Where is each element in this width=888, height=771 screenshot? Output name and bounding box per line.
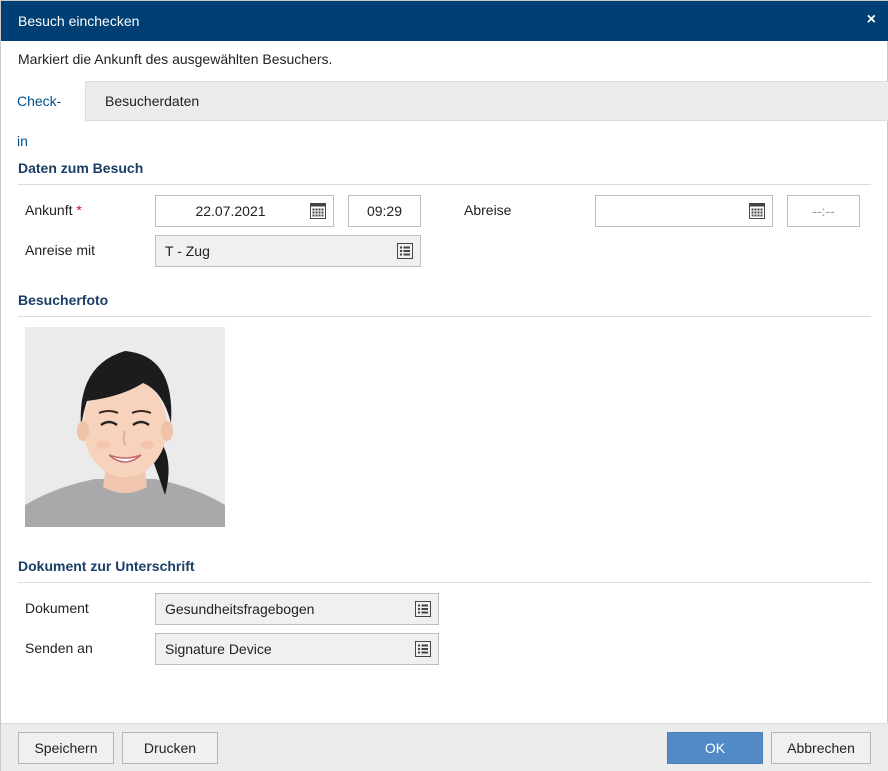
print-button[interactable]: Drucken [122,732,218,764]
travel-select[interactable]: T - Zug [155,235,421,267]
document-select[interactable]: Gesundheitsfragebogen [155,593,439,625]
required-marker: * [76,202,82,218]
list-icon[interactable] [415,601,431,617]
calendar-icon[interactable] [749,203,765,219]
departure-label: Abreise [464,202,512,218]
check-in-dialog: Besuch einchecken × Markiert die Ankunft… [0,0,888,771]
document-value: Gesundheitsfragebogen [165,601,315,617]
list-icon[interactable] [415,641,431,657]
departure-time-field[interactable]: --:-- [787,195,860,227]
section-title-visit: Daten zum Besuch [18,160,144,176]
arrival-date-value: 22.07.2021 [195,203,266,219]
departure-time-placeholder: --:-- [812,203,835,219]
dialog-title: Besuch einchecken [18,13,140,29]
send-to-select[interactable]: Signature Device [155,633,439,665]
close-icon[interactable]: × [867,11,876,29]
list-icon[interactable] [397,243,413,259]
section-title-photo: Besucherfoto [18,292,109,308]
travel-value: T - Zug [165,243,210,259]
visitor-photo [25,327,225,527]
section-divider [18,184,871,185]
tab-check-in[interactable]: Check-in [1,81,86,149]
arrival-label-text: Ankunft [25,202,73,218]
cancel-button[interactable]: Abbrechen [771,732,871,764]
visitor-portrait [25,327,225,527]
departure-date-field[interactable] [595,195,773,227]
document-label: Dokument [25,600,89,616]
arrival-date-field[interactable]: 22.07.2021 [155,195,334,227]
arrival-time-field[interactable]: 09:29 [348,195,421,227]
section-divider [18,582,871,583]
tab-bar: Check-in Besucherdaten [1,81,888,149]
calendar-icon[interactable] [310,203,326,219]
travel-label: Anreise mit [25,242,96,258]
section-divider [18,316,871,317]
send-to-label: Senden an [25,640,93,656]
dialog-description: Markiert die Ankunft des ausgewählten Be… [18,51,333,67]
arrival-time-value: 09:29 [366,203,403,219]
dialog-titlebar: Besuch einchecken × [1,1,888,41]
arrival-label: Ankunft * [25,202,82,218]
dialog-footer: Speichern Drucken OK Abbrechen [1,723,888,771]
send-to-value: Signature Device [165,641,272,657]
section-title-document: Dokument zur Unterschrift [18,558,195,574]
ok-button[interactable]: OK [667,732,763,764]
tab-besucherdaten[interactable]: Besucherdaten [89,81,215,122]
save-button[interactable]: Speichern [18,732,114,764]
